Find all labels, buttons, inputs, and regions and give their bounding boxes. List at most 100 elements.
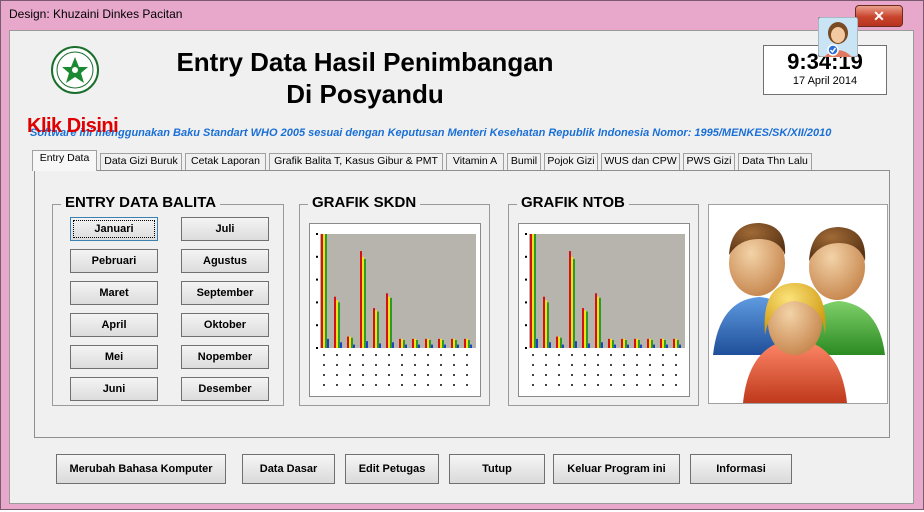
user-avatar-icon[interactable] (818, 17, 858, 57)
skdn-chart[interactable] (309, 223, 481, 397)
month-button-nopember[interactable]: Nopember (181, 345, 269, 369)
skdn-bar (338, 302, 340, 348)
ntob-bar (649, 338, 651, 348)
skdn-table-cell (414, 384, 416, 386)
ntob-table-cell (571, 374, 573, 376)
tab-entry-data[interactable]: Entry Data (32, 150, 97, 171)
keluar-program-button[interactable]: Keluar Program ini (553, 454, 680, 484)
informasi-button[interactable]: Informasi (690, 454, 792, 484)
skdn-bar (388, 296, 390, 348)
ntob-table-cell (584, 354, 586, 356)
skdn-bar (325, 234, 327, 348)
skdn-table-cell (349, 354, 351, 356)
skdn-bar (401, 338, 403, 348)
ntob-bar (573, 259, 575, 348)
month-button-oktober[interactable]: Oktober (181, 313, 269, 337)
skdn-bar (457, 344, 459, 348)
skdn-table-cell (336, 384, 338, 386)
ntob-bar (534, 234, 536, 348)
skdn-table-cell (349, 384, 351, 386)
skdn-table-cell (336, 374, 338, 376)
tutup-button[interactable]: Tutup (449, 454, 545, 484)
tab-wus-dan-cpw[interactable]: WUS dan CPW (601, 153, 680, 170)
skdn-y-tick (316, 324, 318, 327)
tab-grafik-balita[interactable]: Grafik Balita T, Kasus Gibur & PMT (269, 153, 443, 170)
ntob-bar (636, 338, 638, 348)
skdn-table-cell (440, 384, 442, 386)
ntob-bar (595, 293, 597, 348)
skdn-table-cell (349, 364, 351, 366)
tab-pws-gizi[interactable]: PWS Gizi (683, 153, 735, 170)
ntob-chart-svg (525, 233, 685, 386)
ntob-bar (679, 344, 681, 348)
skdn-bar (414, 338, 416, 348)
ntob-table-cell (623, 364, 625, 366)
ntob-bar (610, 338, 612, 348)
tab-cetak-laporan[interactable]: Cetak Laporan (185, 153, 266, 170)
skdn-table-cell (414, 374, 416, 376)
month-button-juni[interactable]: Juni (70, 377, 158, 401)
ntob-bar (569, 251, 571, 348)
tab-data-gizi-buruk[interactable]: Data Gizi Buruk (100, 153, 182, 170)
skdn-bar (373, 308, 375, 348)
ntob-table-cell (532, 354, 534, 356)
skdn-table-cell (440, 354, 442, 356)
close-button[interactable]: ✕ (855, 5, 903, 27)
merubah-bahasa-button[interactable]: Merubah Bahasa Komputer (56, 454, 226, 484)
tab-pojok-gizi[interactable]: Pojok Gizi (544, 153, 598, 170)
month-button-maret[interactable]: Maret (70, 281, 158, 305)
month-button-agustus[interactable]: Agustus (181, 249, 269, 273)
edit-petugas-button[interactable]: Edit Petugas (345, 454, 439, 484)
skdn-bar (386, 293, 388, 348)
ntob-table-cell (558, 354, 560, 356)
skdn-table-cell (414, 364, 416, 366)
ntob-bar (558, 336, 560, 348)
ntob-bar (662, 338, 664, 348)
skdn-y-tick (316, 347, 318, 349)
ntob-table-cell (675, 374, 677, 376)
skdn-y-tick (316, 255, 318, 258)
skdn-table-cell (453, 354, 455, 356)
skdn-table-cell (401, 364, 403, 366)
ntob-bar (562, 344, 564, 348)
ntob-chart[interactable] (518, 223, 690, 397)
skdn-table-cell (427, 384, 429, 386)
ntob-bar (612, 340, 614, 348)
skdn-bar (392, 342, 394, 348)
ntob-table-cell (675, 354, 677, 356)
ntob-bar (532, 234, 534, 348)
month-button-januari[interactable]: Januari (70, 217, 158, 241)
month-button-april[interactable]: April (70, 313, 158, 337)
skdn-bar (442, 340, 444, 348)
skdn-bar (464, 338, 466, 348)
ntob-table-cell (571, 354, 573, 356)
ntob-y-tick (525, 301, 527, 304)
skdn-bar (323, 234, 325, 348)
ntob-table-cell (636, 354, 638, 356)
ntob-table-cell (623, 354, 625, 356)
klik-disini-link[interactable]: Klik Disini (27, 115, 119, 138)
month-button-pebruari[interactable]: Pebruari (70, 249, 158, 273)
ntob-table-cell (610, 384, 612, 386)
skdn-bar (349, 336, 351, 348)
skdn-bar (390, 297, 392, 348)
skdn-table-cell (401, 384, 403, 386)
data-dasar-button[interactable]: Data Dasar (242, 454, 335, 484)
skdn-table-cell (401, 354, 403, 356)
skdn-table-cell (362, 384, 364, 386)
ntob-table-cell (532, 374, 534, 376)
tab-bumil[interactable]: Bumil (507, 153, 541, 170)
month-button-september[interactable]: September (181, 281, 269, 305)
skdn-table-cell (323, 384, 325, 386)
ntob-bar (638, 340, 640, 348)
skdn-bar (327, 338, 329, 348)
tab-vitamin-a[interactable]: Vitamin A (446, 153, 504, 170)
month-button-mei[interactable]: Mei (70, 345, 158, 369)
tab-data-thn-lalu[interactable]: Data Thn Lalu (738, 153, 812, 170)
month-button-juli[interactable]: Juli (181, 217, 269, 241)
ntob-table-cell (597, 384, 599, 386)
tab-panel-entry-data: ENTRY DATA BALITA Januari Pebruari Maret… (34, 170, 890, 438)
ntob-table-cell (597, 374, 599, 376)
skdn-table-cell (349, 374, 351, 376)
month-button-desember[interactable]: Desember (181, 377, 269, 401)
